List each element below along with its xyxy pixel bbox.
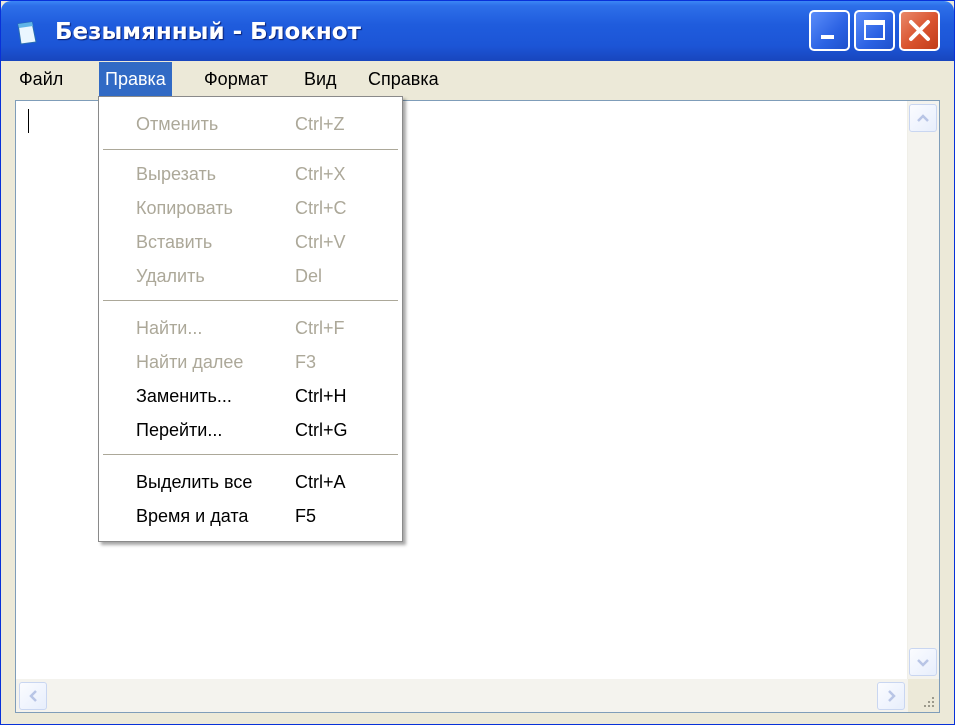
menu-item-delete[interactable]: Удалить Del (99, 259, 402, 293)
menu-item-label: Найти... (136, 318, 203, 338)
scroll-up-button[interactable] (909, 104, 937, 132)
menu-item-label: Вставить (136, 232, 213, 252)
menu-separator (103, 454, 398, 456)
menu-item-label: Заменить... (136, 386, 232, 406)
menu-item-label: Выделить все (136, 472, 253, 492)
menu-item-shortcut: Ctrl+V (295, 232, 346, 252)
maximize-button[interactable] (854, 10, 895, 51)
menu-item-label: Удалить (136, 266, 205, 286)
menu-item-copy[interactable]: Копировать Ctrl+C (99, 191, 402, 225)
notepad-window: Безымянный - Блокнот Файл Правка Формат … (0, 0, 955, 725)
menu-separator (103, 149, 398, 151)
title-bar[interactable]: Безымянный - Блокнот (1, 1, 954, 61)
scroll-right-arrow-icon (888, 690, 896, 702)
menu-item-shortcut: Del (295, 266, 323, 286)
scroll-left-arrow-icon (29, 690, 37, 702)
menu-format[interactable]: Формат (198, 62, 274, 96)
menu-item-label: Отменить (136, 114, 219, 134)
menu-bar: Файл Правка Формат Вид Справка (1, 62, 954, 96)
minimize-icon (821, 35, 834, 39)
window-title: Безымянный - Блокнот (55, 19, 361, 45)
minimize-button[interactable] (809, 10, 850, 51)
menu-item-shortcut: F5 (295, 506, 317, 526)
menu-item-goto[interactable]: Перейти... Ctrl+G (99, 413, 402, 447)
notepad-icon[interactable] (15, 20, 39, 46)
menu-item-shortcut: Ctrl+X (295, 164, 346, 184)
resize-grip[interactable] (908, 679, 939, 712)
menu-item-shortcut: Ctrl+H (295, 386, 347, 406)
scroll-down-button[interactable] (909, 648, 937, 676)
menu-item-find[interactable]: Найти... Ctrl+F (99, 311, 402, 345)
vertical-scrollbar[interactable] (907, 101, 939, 679)
menu-item-label: Вырезать (136, 164, 217, 184)
close-button[interactable] (899, 10, 940, 51)
menu-item-find-next[interactable]: Найти далее F3 (99, 345, 402, 379)
text-caret (28, 109, 29, 133)
menu-item-shortcut: F3 (295, 352, 317, 372)
menu-item-select-all[interactable]: Выделить все Ctrl+A (99, 465, 402, 499)
menu-separator (103, 300, 398, 302)
scroll-up-arrow-icon (917, 114, 929, 122)
menu-item-time-date[interactable]: Время и дата F5 (99, 499, 402, 533)
menu-edit[interactable]: Правка (99, 62, 172, 96)
menu-item-cut[interactable]: Вырезать Ctrl+X (99, 157, 402, 191)
menu-item-label: Перейти... (136, 420, 223, 440)
menu-item-label: Найти далее (136, 352, 244, 372)
menu-item-replace[interactable]: Заменить... Ctrl+H (99, 379, 402, 413)
edit-menu-dropdown: Отменить Ctrl+Z Вырезать Ctrl+X Копирова… (98, 96, 403, 542)
menu-item-shortcut: Ctrl+G (295, 420, 348, 440)
scroll-right-button[interactable] (877, 682, 905, 710)
close-icon (909, 20, 930, 41)
menu-item-shortcut: Ctrl+C (295, 198, 347, 218)
menu-item-shortcut: Ctrl+Z (295, 114, 345, 134)
menu-item-label: Время и дата (136, 506, 249, 526)
horizontal-scrollbar[interactable] (16, 679, 908, 712)
menu-help[interactable]: Справка (362, 62, 445, 96)
resize-grip-icon (924, 697, 934, 707)
menu-item-shortcut: Ctrl+A (295, 472, 346, 492)
menu-view[interactable]: Вид (298, 62, 343, 96)
menu-file[interactable]: Файл (13, 62, 69, 96)
menu-item-undo[interactable]: Отменить Ctrl+Z (99, 107, 402, 141)
maximize-icon (864, 20, 885, 40)
scroll-down-arrow-icon (917, 659, 929, 667)
menu-item-shortcut: Ctrl+F (295, 318, 345, 338)
menu-item-paste[interactable]: Вставить Ctrl+V (99, 225, 402, 259)
scroll-left-button[interactable] (19, 682, 47, 710)
menu-item-label: Копировать (136, 198, 233, 218)
